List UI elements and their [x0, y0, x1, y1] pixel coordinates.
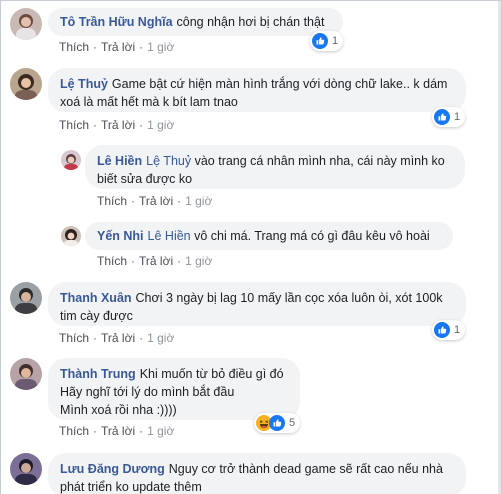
comment-bubble: Thành Trung Khi muốn từ bỏ điều gì đó Hãy…	[48, 358, 300, 420]
scrollbar[interactable]	[498, 1, 501, 494]
avatar[interactable]	[61, 150, 81, 170]
separator: ·	[131, 254, 136, 268]
mention-link[interactable]: Lê Hiền	[148, 229, 191, 243]
comment-author[interactable]: Lê Hiền	[97, 154, 142, 168]
comment-text-line: Hãy nghĩ tới lý do mình bắt đầu	[60, 385, 235, 399]
comment-bubble: Yến Nhi Lê Hiền vô chi má. Trang má có gì…	[85, 222, 453, 250]
reply-button[interactable]: Trả lời	[101, 331, 135, 345]
separator: ·	[139, 40, 144, 54]
separator: ·	[177, 194, 182, 208]
reply-button[interactable]: Trả lời	[101, 424, 135, 438]
comment-text: Game bật cứ hiện màn hình trắng với dòng…	[60, 77, 448, 109]
like-icon	[269, 415, 285, 431]
separator: ·	[139, 331, 144, 345]
comment-author[interactable]: Lệ Thuỷ	[60, 77, 108, 91]
reaction-summary[interactable]: 1	[432, 107, 466, 127]
like-button[interactable]: Thích	[59, 40, 89, 54]
comment-time[interactable]: 1 giờ	[147, 331, 174, 345]
comment-text-line: Khi muốn từ bỏ điều gì đó	[139, 367, 284, 381]
reaction-count: 1	[332, 35, 339, 47]
avatar[interactable]	[10, 453, 42, 485]
comment-time[interactable]: 1 giờ	[147, 118, 174, 132]
separator: ·	[177, 254, 182, 268]
reaction-summary[interactable]: 1	[310, 31, 344, 51]
comment-actions: Thích · Trả lời · 1 giờ	[59, 424, 174, 438]
avatar[interactable]	[10, 282, 42, 314]
separator: ·	[131, 194, 136, 208]
avatar[interactable]	[61, 226, 81, 246]
comment-text: vô chi má. Trang má có gì đâu kêu vô hoà…	[194, 229, 430, 243]
like-button[interactable]: Thích	[59, 118, 89, 132]
reaction-count: 5	[289, 417, 296, 429]
separator: ·	[93, 118, 98, 132]
avatar[interactable]	[10, 8, 42, 40]
reaction-summary[interactable]: 1	[432, 320, 466, 340]
reaction-summary[interactable]: 5	[254, 413, 301, 433]
reaction-count: 1	[454, 324, 461, 336]
reply-button[interactable]: Trả lời	[101, 40, 135, 54]
like-icon	[434, 109, 450, 125]
comment-text: công nhận hơi bị chán thật	[176, 15, 325, 29]
comment-bubble: Tô Trần Hữu Nghĩa công nhận hơi bị chán t…	[48, 8, 343, 36]
comment-actions: Thích · Trả lời · 1 giờ	[59, 40, 174, 54]
separator: ·	[139, 424, 144, 438]
comment-bubble: Lê Hiền Lệ Thuỷ vào trang cá nhân mình nh…	[85, 145, 465, 189]
comment-author[interactable]: Lưu Đăng Dương	[60, 462, 165, 476]
comment-actions: Thích · Trả lời · 1 giờ	[59, 331, 174, 345]
comment-text-line: Mình xoá rồi nha :))))	[60, 403, 177, 417]
separator: ·	[93, 331, 98, 345]
comment-author[interactable]: Thanh Xuân	[60, 291, 132, 305]
separator: ·	[93, 40, 98, 54]
reply-button[interactable]: Trả lời	[101, 118, 135, 132]
separator: ·	[139, 118, 144, 132]
like-button[interactable]: Thích	[59, 424, 89, 438]
comment-time[interactable]: 1 giờ	[185, 254, 212, 268]
like-button[interactable]: Thích	[59, 331, 89, 345]
comment-author[interactable]: Tô Trần Hữu Nghĩa	[60, 15, 173, 29]
comment-author[interactable]: Thành Trung	[60, 367, 136, 381]
comment-bubble: Lệ Thuỷ Game bật cứ hiện màn hình trắng v…	[48, 68, 466, 112]
separator: ·	[93, 424, 98, 438]
comment-thread: Tô Trần Hữu Nghĩa công nhận hơi bị chán t…	[0, 0, 502, 494]
like-icon	[312, 33, 328, 49]
avatar[interactable]	[10, 358, 42, 390]
reply-button[interactable]: Trả lời	[139, 194, 173, 208]
comment-bubble: Thanh Xuân Chơi 3 ngày bị lag 10 mấy lần …	[48, 282, 466, 326]
mention-link[interactable]: Lệ Thuỷ	[146, 154, 191, 168]
like-button[interactable]: Thích	[97, 194, 127, 208]
avatar[interactable]	[10, 68, 42, 100]
comment-actions: Thích · Trả lời · 1 giờ	[59, 118, 174, 132]
comment-time[interactable]: 1 giờ	[147, 40, 174, 54]
comment-author[interactable]: Yến Nhi	[97, 229, 144, 243]
comment-actions: Thích · Trả lời · 1 giờ	[97, 254, 212, 268]
reply-button[interactable]: Trả lời	[139, 254, 173, 268]
like-icon	[434, 322, 450, 338]
comment-bubble: Lưu Đăng Dương Nguy cơ trở thành dead gam…	[48, 453, 466, 494]
comment-time[interactable]: 1 giờ	[185, 194, 212, 208]
comment-actions: Thích · Trả lời · 1 giờ	[97, 194, 212, 208]
comment-time[interactable]: 1 giờ	[147, 424, 174, 438]
reaction-count: 1	[454, 111, 461, 123]
like-button[interactable]: Thích	[97, 254, 127, 268]
